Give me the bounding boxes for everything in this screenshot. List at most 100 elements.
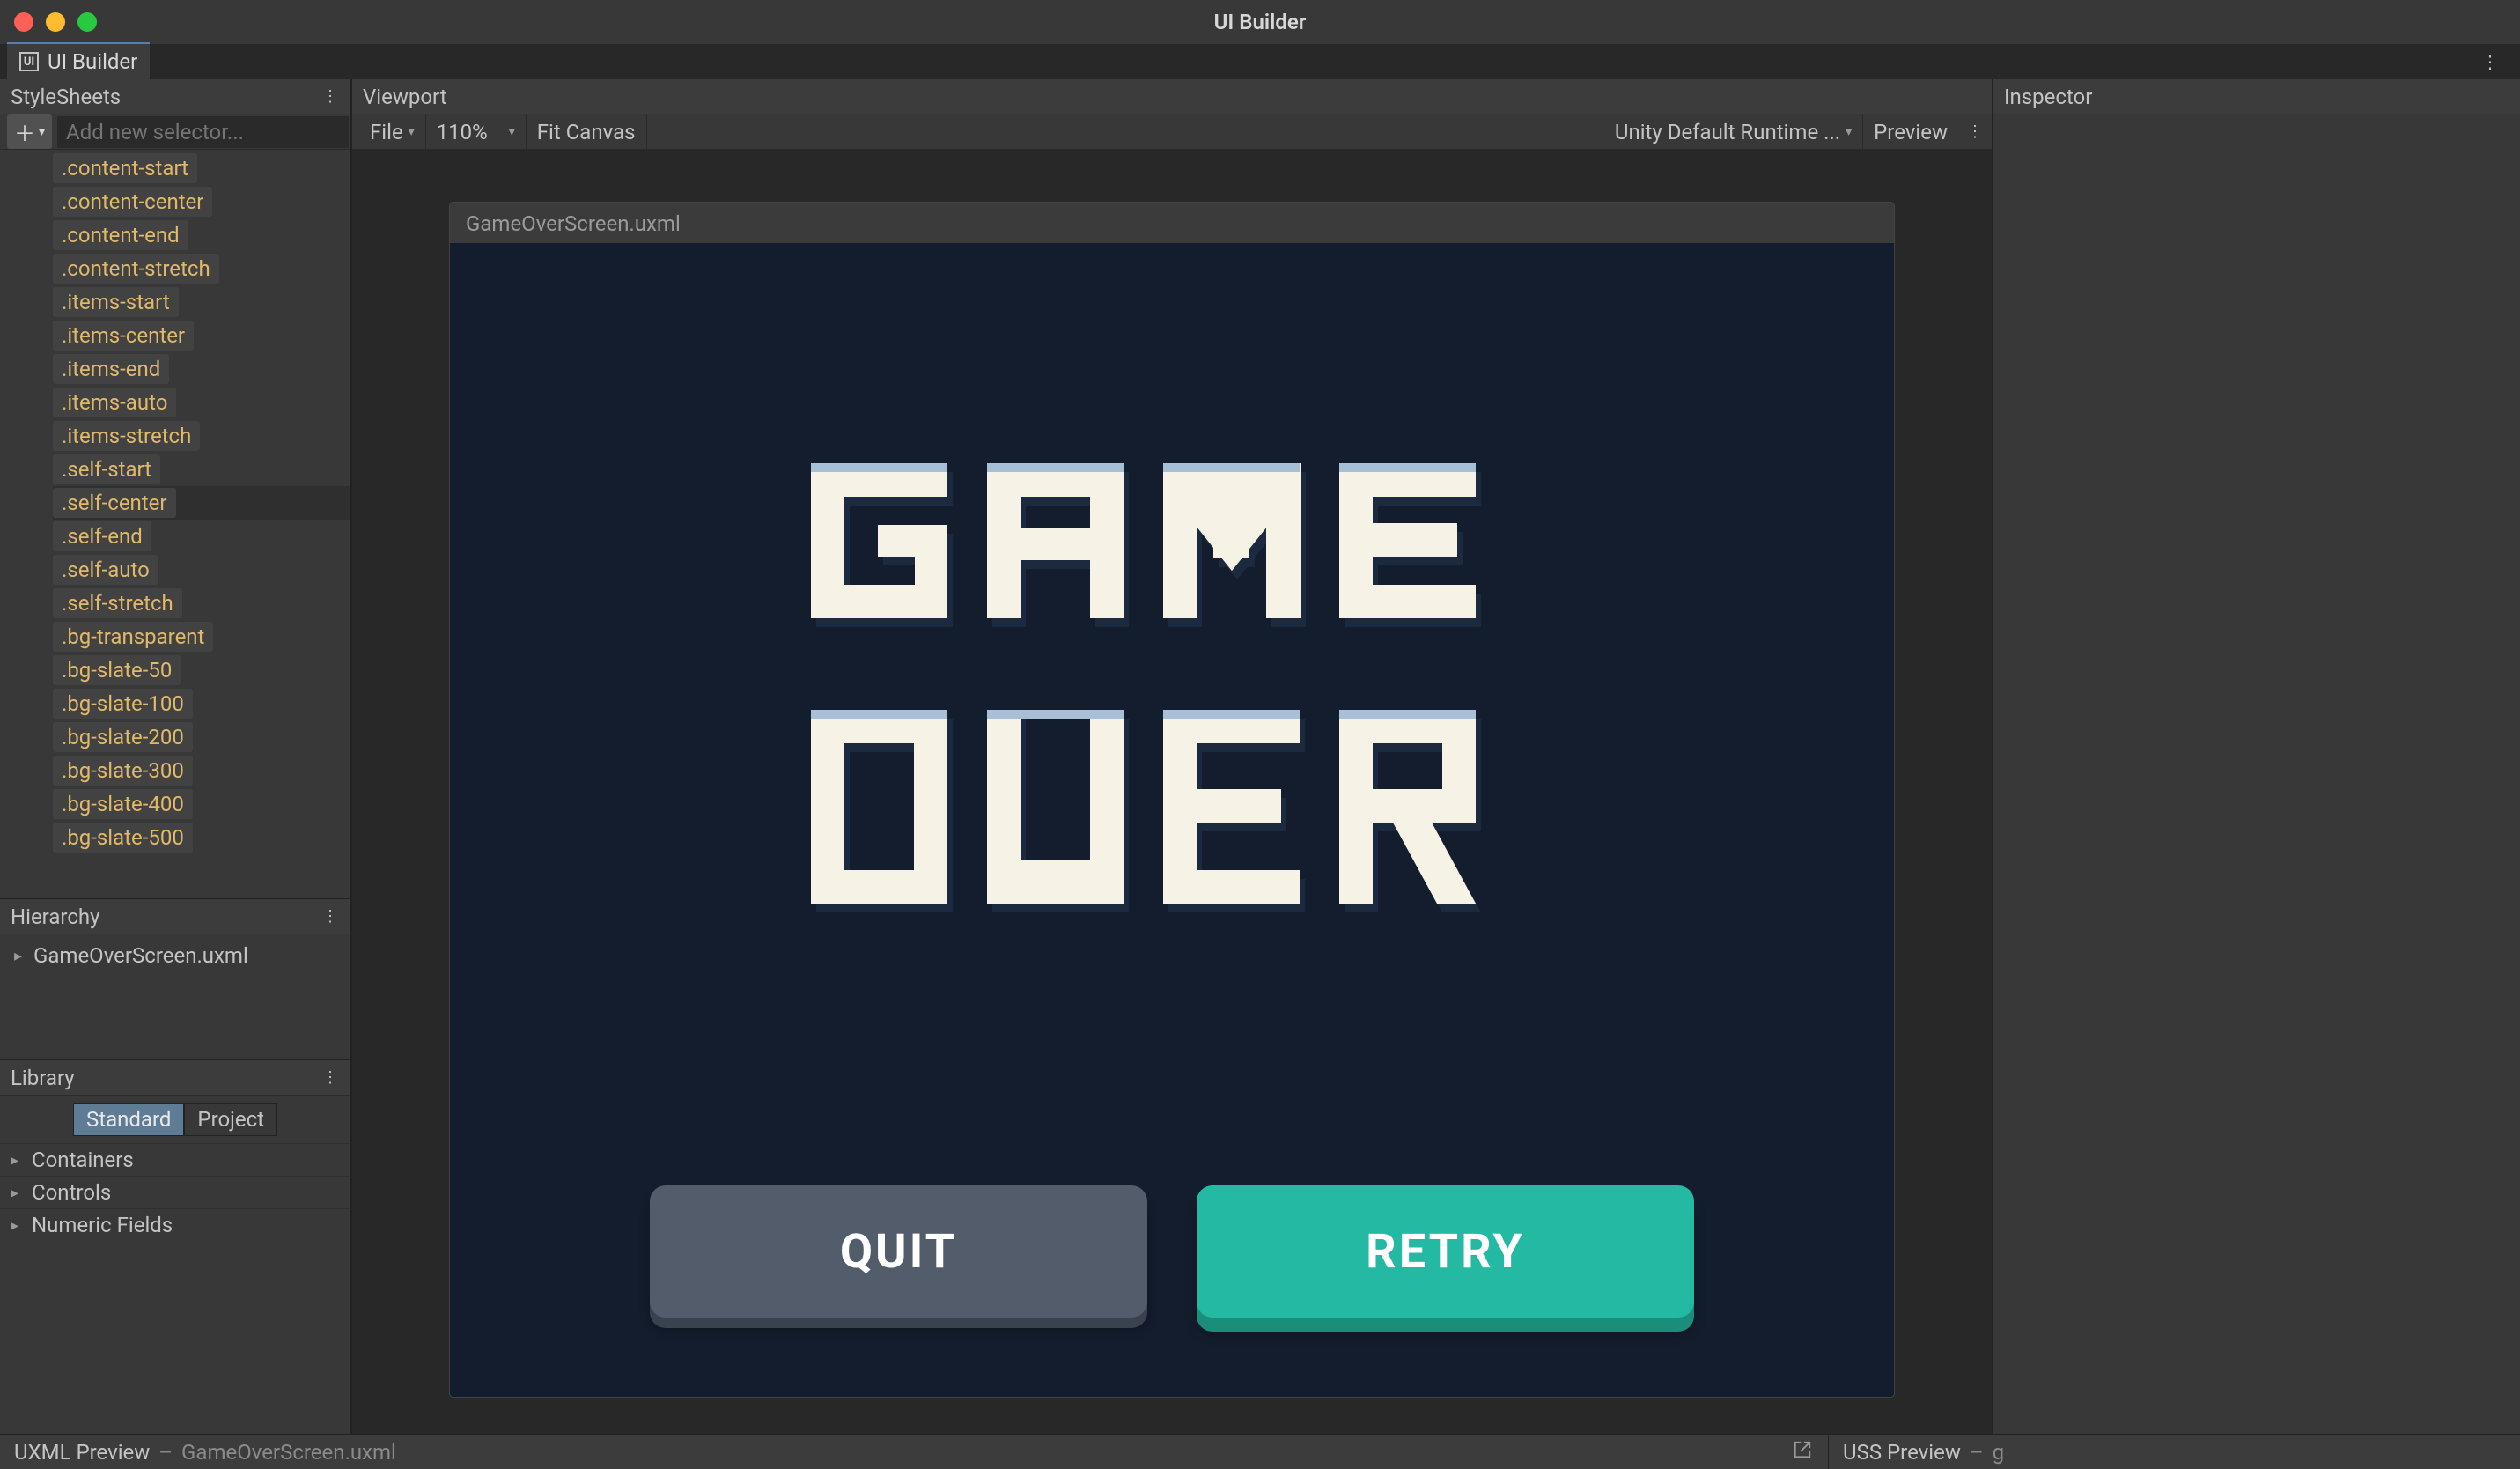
titlebar: UI Builder xyxy=(0,0,2520,44)
inspector-panel-header: Inspector xyxy=(1993,79,2520,114)
expand-triangle-icon[interactable]: ▸ xyxy=(14,947,26,965)
hierarchy-panel: Hierarchy ⋮ ▸ GameOverScreen.uxml xyxy=(0,898,350,1059)
uxml-preview-label: UXML Preview xyxy=(14,1440,150,1465)
stylesheet-class-row[interactable]: .items-center xyxy=(53,319,350,352)
stylesheet-class-pill[interactable]: .items-end xyxy=(53,354,169,384)
viewport-title: Viewport xyxy=(363,85,447,109)
stylesheet-class-row[interactable]: .bg-slate-400 xyxy=(53,787,350,821)
stylesheet-class-row[interactable]: .bg-slate-50 xyxy=(53,653,350,687)
hierarchy-root-item[interactable]: ▸ GameOverScreen.uxml xyxy=(7,940,350,971)
stylesheet-class-row[interactable]: .items-start xyxy=(53,285,350,319)
stylesheet-class-pill[interactable]: .self-end xyxy=(53,521,151,551)
stylesheet-class-row[interactable]: .self-stretch xyxy=(53,587,350,620)
stylesheet-class-pill[interactable]: .content-center xyxy=(53,187,212,217)
viewport-toolbar: File ▾ 110% ▾ Fit Canvas Unity Default R… xyxy=(352,114,1992,150)
stylesheet-class-pill[interactable]: .bg-slate-50 xyxy=(53,655,181,685)
stylesheet-class-pill[interactable]: .content-start xyxy=(53,153,197,183)
stylesheets-kebab-icon[interactable]: ⋮ xyxy=(322,87,340,106)
stylesheet-class-pill[interactable]: .bg-slate-200 xyxy=(53,722,193,752)
uxml-filename-label: GameOverScreen.uxml xyxy=(450,203,1894,243)
retry-button[interactable]: RETRY xyxy=(1197,1185,1694,1318)
stylesheet-class-pill[interactable]: .items-center xyxy=(53,321,194,351)
library-tab-project[interactable]: Project xyxy=(184,1103,277,1136)
stylesheet-class-row[interactable]: .content-center xyxy=(53,185,350,218)
uxml-canvas[interactable]: QUIT RETRY xyxy=(450,243,1894,1397)
stylesheet-class-row[interactable]: .bg-slate-300 xyxy=(53,754,350,787)
viewport-theme-dropdown[interactable]: Unity Default Runtime ... ▾ xyxy=(1604,114,1863,149)
left-column: StyleSheets ⋮ ＋ ▾ ⋮ .content-start.conte… xyxy=(0,79,352,1434)
stylesheet-class-row[interactable]: .bg-transparent xyxy=(53,620,350,653)
stylesheet-class-row[interactable]: .self-end xyxy=(53,520,350,553)
stylesheet-class-row[interactable]: .content-end xyxy=(53,218,350,252)
hierarchy-kebab-icon[interactable]: ⋮ xyxy=(322,907,340,926)
library-category-item[interactable]: ▸Controls xyxy=(0,1176,350,1208)
retry-label: RETRY xyxy=(1366,1224,1525,1280)
add-selector-dropdown[interactable]: ＋ ▾ xyxy=(7,114,52,149)
stylesheet-class-row[interactable]: .bg-slate-200 xyxy=(53,720,350,754)
traffic-lights xyxy=(14,12,97,32)
stylesheet-class-pill[interactable]: .self-auto xyxy=(53,555,158,585)
stylesheet-class-pill[interactable]: .bg-slate-500 xyxy=(53,823,193,853)
hierarchy-root-label: GameOverScreen.uxml xyxy=(33,943,248,968)
stylesheet-class-row[interactable]: .self-center xyxy=(53,486,350,520)
stylesheet-class-pill[interactable]: .bg-slate-300 xyxy=(53,756,193,786)
library-category-item[interactable]: ▸Numeric Fields xyxy=(0,1208,350,1241)
uxml-preview-bar[interactable]: UXML Preview – GameOverScreen.uxml xyxy=(0,1434,1828,1469)
chevron-down-icon: ▾ xyxy=(39,125,45,139)
hierarchy-list: ▸ GameOverScreen.uxml xyxy=(0,934,350,971)
stylesheet-class-pill[interactable]: .bg-slate-100 xyxy=(53,689,193,719)
stylesheet-class-row[interactable]: .items-end xyxy=(53,352,350,386)
stylesheet-class-row[interactable]: .content-stretch xyxy=(53,252,350,285)
library-title: Library xyxy=(11,1066,75,1090)
stylesheets-list[interactable]: .content-start .content-center.content-en… xyxy=(0,150,350,898)
expand-triangle-icon[interactable]: ▸ xyxy=(11,1184,23,1202)
stylesheet-class-row[interactable]: .self-auto xyxy=(53,553,350,587)
stylesheet-class-pill[interactable]: .items-stretch xyxy=(53,421,200,451)
plus-icon: ＋ xyxy=(14,116,35,147)
stylesheet-class-row[interactable]: .bg-slate-100 xyxy=(53,687,350,720)
tab-row: UI UI Builder ⋮ xyxy=(0,44,2520,79)
stylesheet-class-pill[interactable]: .items-start xyxy=(53,287,179,317)
library-category-item[interactable]: ▸ Containers xyxy=(0,1143,350,1176)
expand-triangle-icon[interactable]: ▸ xyxy=(11,1151,23,1170)
stylesheet-class-pill[interactable]: .self-stretch xyxy=(53,588,182,618)
stylesheet-class-pill[interactable]: .self-center xyxy=(53,488,176,518)
gameover-buttons: QUIT RETRY xyxy=(650,1185,1694,1318)
library-kebab-icon[interactable]: ⋮ xyxy=(322,1068,340,1087)
tabrow-kebab-icon[interactable]: ⋮ xyxy=(2481,51,2501,72)
viewport-zoom-dropdown[interactable]: 110% ▾ xyxy=(426,114,527,149)
stylesheet-class-row[interactable]: .items-auto xyxy=(53,386,350,419)
library-tab-standard[interactable]: Standard xyxy=(73,1103,184,1136)
selector-input[interactable] xyxy=(57,116,349,148)
open-external-icon[interactable] xyxy=(1793,1440,1828,1465)
viewport-canvas-area[interactable]: GameOverScreen.uxml xyxy=(352,150,1992,1434)
stylesheet-class-row[interactable]: .items-stretch xyxy=(53,419,350,453)
uss-preview-bar[interactable]: USS Preview – g xyxy=(1828,1434,2520,1469)
viewport-file-menu[interactable]: File ▾ xyxy=(359,114,426,149)
library-category-list: ▸ Containers ▸Controls▸Numeric Fields xyxy=(0,1143,350,1241)
inspector-title: Inspector xyxy=(2004,85,2092,109)
stylesheet-class-pill[interactable]: .items-auto xyxy=(53,388,176,417)
stylesheet-class-pill[interactable]: .bg-transparent xyxy=(53,622,213,652)
stylesheet-class-pill[interactable]: .content-end xyxy=(53,220,188,250)
zoom-window-button[interactable] xyxy=(77,12,97,32)
close-window-button[interactable] xyxy=(14,12,33,32)
stylesheet-class-pill[interactable]: .self-start xyxy=(53,454,160,484)
stylesheet-class-pill[interactable]: .content-stretch xyxy=(53,254,219,284)
window-title: UI Builder xyxy=(1214,10,1307,34)
viewport-kebab-icon[interactable]: ⋮ xyxy=(1958,122,1985,141)
stylesheet-class-row[interactable]: .bg-slate-500 xyxy=(53,821,350,854)
expand-triangle-icon[interactable]: ▸ xyxy=(11,1216,23,1235)
library-category-label: Containers xyxy=(32,1148,134,1172)
minimize-window-button[interactable] xyxy=(46,12,65,32)
inspector-column: Inspector xyxy=(1992,79,2520,1434)
viewport-preview-toggle[interactable]: Preview xyxy=(1863,114,1958,149)
stylesheet-class-pill[interactable]: .bg-slate-400 xyxy=(53,789,193,819)
viewport-fit-canvas-button[interactable]: Fit Canvas xyxy=(527,114,647,149)
tab-ui-builder[interactable]: UI UI Builder xyxy=(7,42,150,79)
chevron-down-icon: ▾ xyxy=(1846,125,1852,139)
footer-row: UXML Preview – GameOverScreen.uxml USS P… xyxy=(0,1434,2520,1469)
quit-button[interactable]: QUIT xyxy=(650,1185,1147,1318)
stylesheet-class-row[interactable]: .content-start xyxy=(53,151,350,185)
stylesheet-class-row[interactable]: .self-start xyxy=(53,453,350,486)
